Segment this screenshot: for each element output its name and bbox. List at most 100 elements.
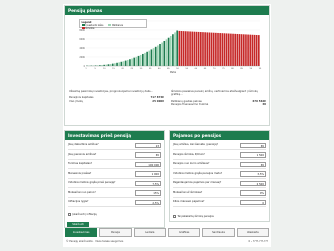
field-input[interactable]: 0 xyxy=(240,199,266,206)
bar-accumulation[interactable] xyxy=(167,37,170,66)
bar-accumulation[interactable] xyxy=(124,60,127,66)
bar-payout[interactable] xyxy=(195,31,198,66)
bar-accumulation[interactable] xyxy=(174,32,176,66)
checkbox-box[interactable] xyxy=(68,213,71,216)
bar-accumulation[interactable] xyxy=(161,42,163,66)
field-input[interactable]: 100 000 xyxy=(135,161,161,168)
field-input[interactable]: 0% xyxy=(240,190,266,196)
bar-payout[interactable] xyxy=(217,32,219,66)
bar-accumulation[interactable] xyxy=(135,56,138,66)
bar-payout[interactable] xyxy=(236,33,239,66)
checkbox-box[interactable] xyxy=(173,215,176,218)
tab-table[interactable]: Lentelė xyxy=(133,228,166,237)
bar-payout[interactable] xyxy=(219,33,221,66)
bar-accumulation[interactable] xyxy=(165,39,168,66)
bar-payout[interactable] xyxy=(210,32,213,66)
bar-accumulation[interactable] xyxy=(142,53,144,66)
bar-accumulation[interactable] xyxy=(114,63,116,66)
bar-payout[interactable] xyxy=(193,31,196,66)
field-input[interactable]: 65 xyxy=(240,161,266,168)
payout-checkbox[interactable]: Tai paliekamų išmokų pensijos xyxy=(173,215,214,218)
bar-accumulation[interactable] xyxy=(122,61,125,66)
bar-payout[interactable] xyxy=(251,34,254,66)
bar-payout[interactable] xyxy=(225,33,228,66)
legend-item-interest[interactable]: Palūkanos xyxy=(108,24,123,27)
bar-payout[interactable] xyxy=(255,34,258,66)
field-input[interactable]: 7,5% xyxy=(135,180,161,187)
footer-contact[interactable]: 0 – ????-???-??? xyxy=(248,240,268,243)
bar-payout[interactable] xyxy=(191,31,194,66)
bar-accumulation[interactable] xyxy=(131,58,133,66)
field-input[interactable]: 1 000 xyxy=(135,171,161,177)
bar-payout[interactable] xyxy=(227,33,230,66)
field-input[interactable]: 65 xyxy=(240,142,266,149)
bar-accumulation[interactable] xyxy=(157,45,159,66)
bar-accumulation[interactable] xyxy=(146,51,148,66)
field-input[interactable]: 1 500 xyxy=(240,152,266,158)
field-input[interactable]: 65 xyxy=(135,152,161,158)
bar-accumulation[interactable] xyxy=(105,64,108,66)
field-input[interactable]: 2,5% xyxy=(135,199,161,206)
bar-payout[interactable] xyxy=(221,33,224,66)
bar-payout[interactable] xyxy=(240,34,243,66)
bar-accumulation[interactable] xyxy=(169,36,172,66)
tab-pension[interactable]: Pensija xyxy=(99,228,132,237)
bar-accumulation[interactable] xyxy=(152,48,155,66)
bar-accumulation[interactable] xyxy=(172,34,174,66)
field-input[interactable]: 23 xyxy=(135,142,161,149)
bar-payout[interactable] xyxy=(178,30,181,66)
bar-accumulation[interactable] xyxy=(120,61,123,66)
bar-payout[interactable] xyxy=(212,32,215,66)
bar-payout[interactable] xyxy=(223,33,226,66)
bar-accumulation[interactable] xyxy=(159,44,161,66)
inflation-checkbox[interactable]: Įskaičiuoti į infliaciją xyxy=(68,213,97,216)
bar-accumulation[interactable] xyxy=(150,49,153,66)
bar-payout[interactable] xyxy=(189,31,191,66)
field-input[interactable]: 15% xyxy=(135,190,161,196)
bar-accumulation[interactable] xyxy=(133,57,136,66)
bar-accumulation[interactable] xyxy=(109,63,112,66)
bar-payout[interactable] xyxy=(253,34,256,66)
bar-payout[interactable] xyxy=(180,31,183,66)
bar-accumulation[interactable] xyxy=(137,55,140,66)
bar-payout[interactable] xyxy=(206,32,209,66)
bar-payout[interactable] xyxy=(215,32,217,66)
bar-accumulation[interactable] xyxy=(163,40,166,66)
tab-report[interactable]: Ataskaita xyxy=(236,228,269,237)
bar-accumulation[interactable] xyxy=(126,59,129,66)
bar-payout[interactable] xyxy=(249,34,252,66)
bar-accumulation[interactable] xyxy=(176,30,179,67)
bar-payout[interactable] xyxy=(200,32,202,66)
bar-payout[interactable] xyxy=(234,33,237,66)
bar-payout[interactable] xyxy=(238,34,241,66)
bar-accumulation[interactable] xyxy=(111,63,114,66)
calculate-button[interactable]: Skaičiuoti xyxy=(67,222,89,227)
field-input[interactable]: 2 500 xyxy=(240,180,266,187)
bar-accumulation[interactable] xyxy=(118,62,121,66)
bar-accumulation[interactable] xyxy=(148,50,151,66)
bar-accumulation[interactable] xyxy=(139,54,142,66)
bar-payout[interactable] xyxy=(182,31,185,66)
bar-payout[interactable] xyxy=(197,31,200,66)
bar-payout[interactable] xyxy=(208,32,211,66)
bar-accumulation[interactable] xyxy=(129,59,131,66)
tab-investment[interactable]: Investavimas xyxy=(65,228,98,237)
bar-payout[interactable] xyxy=(230,33,232,66)
bar-payout[interactable] xyxy=(242,34,245,66)
bar-payout[interactable] xyxy=(258,35,260,66)
tab-summary[interactable]: Santrauka xyxy=(202,228,235,237)
legend-item-payouts[interactable]: Išmokos xyxy=(81,27,94,30)
field-input[interactable]: 3,5% xyxy=(240,171,266,177)
bar-payout[interactable] xyxy=(184,31,187,66)
bar-accumulation[interactable] xyxy=(103,64,105,66)
bar-payout[interactable] xyxy=(247,34,249,66)
tab-chart[interactable]: Grafikas xyxy=(167,228,201,237)
bar-accumulation[interactable] xyxy=(144,52,146,66)
bar-accumulation[interactable] xyxy=(107,64,110,66)
bar-accumulation[interactable] xyxy=(116,62,118,66)
bar-payout[interactable] xyxy=(202,32,204,66)
bar-payout[interactable] xyxy=(232,33,234,66)
bar-payout[interactable] xyxy=(204,32,206,66)
bar-payout[interactable] xyxy=(187,31,189,66)
bar-payout[interactable] xyxy=(245,34,247,66)
